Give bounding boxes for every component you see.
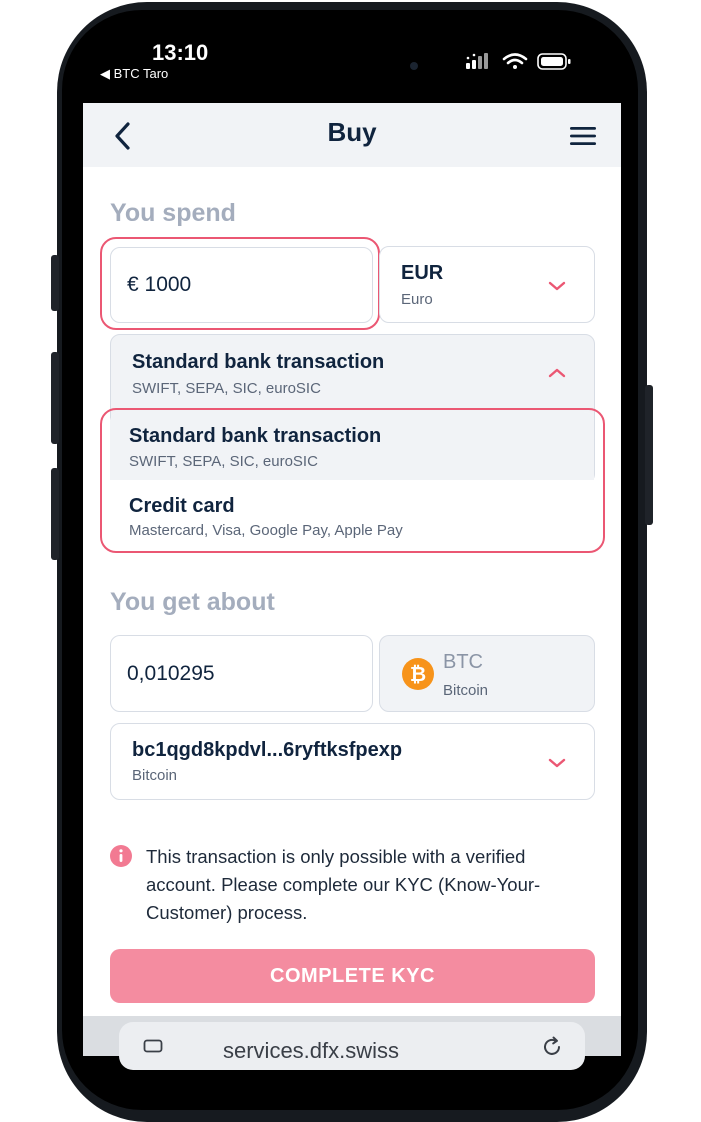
payment-options-list: Standard bank transaction SWIFT, SEPA, S… xyxy=(110,412,594,549)
kyc-notice-text: This transaction is only possible with a… xyxy=(146,846,541,923)
wifi-icon xyxy=(502,53,528,69)
url-text: services.dfx.swiss xyxy=(223,1038,400,1063)
spend-amount-input[interactable]: € 1000 xyxy=(110,247,373,323)
mute-switch xyxy=(51,255,59,311)
payment-selected-subtitle: SWIFT, SEPA, SIC, euroSIC xyxy=(132,380,321,397)
payment-selected-title: Standard bank transaction xyxy=(132,351,385,373)
volume-up-button xyxy=(51,352,59,444)
chevron-down-icon xyxy=(548,758,566,768)
payment-option-bank[interactable]: Standard bank transaction SWIFT, SEPA, S… xyxy=(110,412,594,480)
status-back-link[interactable]: ◀ BTC Taro xyxy=(100,66,168,82)
address-select[interactable]: bc1qgd8kpdvl...6ryftksfpexp Bitcoin xyxy=(110,723,595,800)
you-get-label: You get about xyxy=(110,588,275,616)
info-icon xyxy=(110,845,132,867)
status-time: 13:10 xyxy=(152,40,209,65)
wallet-address: bc1qgd8kpdvl...6ryftksfpexp xyxy=(132,739,403,761)
browser-bar: services.dfx.swiss xyxy=(83,1016,621,1070)
receive-amount-field[interactable]: 0,010295 xyxy=(110,635,373,712)
bitcoin-icon: ₿ xyxy=(402,658,434,690)
receive-amount-value: 0,010295 xyxy=(127,662,215,685)
page-title: Buy xyxy=(327,117,377,147)
you-spend-label: You spend xyxy=(110,199,236,227)
payment-option-card[interactable]: Credit card Mastercard, Visa, Google Pay… xyxy=(110,481,594,549)
payment-option-subtitle: Mastercard, Visa, Google Pay, Apple Pay xyxy=(129,522,403,539)
front-camera xyxy=(410,62,418,70)
battery-icon xyxy=(537,53,571,70)
power-button xyxy=(645,385,653,525)
currency-code: EUR xyxy=(401,262,444,284)
chevron-up-icon xyxy=(548,368,566,378)
currency-name: Euro xyxy=(401,291,433,308)
reload-icon[interactable] xyxy=(541,1036,563,1058)
payment-option-title: Credit card xyxy=(129,495,235,517)
hamburger-menu-icon xyxy=(570,127,596,145)
spend-amount-value: € 1000 xyxy=(127,273,192,296)
cellular-signal-icon xyxy=(466,53,488,69)
svg-text:₿: ₿ xyxy=(410,662,426,686)
payment-option-subtitle: SWIFT, SEPA, SIC, euroSIC xyxy=(129,453,318,470)
asset-name: Bitcoin xyxy=(443,682,489,699)
status-icons xyxy=(466,52,576,72)
app-screen: Buy You spend € 1000 EUR Euro Standard b… xyxy=(83,103,621,1016)
receive-asset-field: ₿ BTC Bitcoin xyxy=(379,635,595,712)
top-bar: Buy xyxy=(83,103,621,167)
complete-kyc-button[interactable]: COMPLETE KYC xyxy=(110,949,595,1003)
currency-select[interactable]: EUR Euro xyxy=(379,246,595,323)
menu-button[interactable] xyxy=(569,125,597,147)
address-network: Bitcoin xyxy=(132,767,178,784)
asset-code: BTC xyxy=(443,651,483,673)
chevron-down-icon xyxy=(548,281,566,291)
payment-option-title: Standard bank transaction xyxy=(129,425,382,447)
tabs-icon[interactable] xyxy=(143,1039,163,1053)
volume-down-button xyxy=(51,468,59,560)
